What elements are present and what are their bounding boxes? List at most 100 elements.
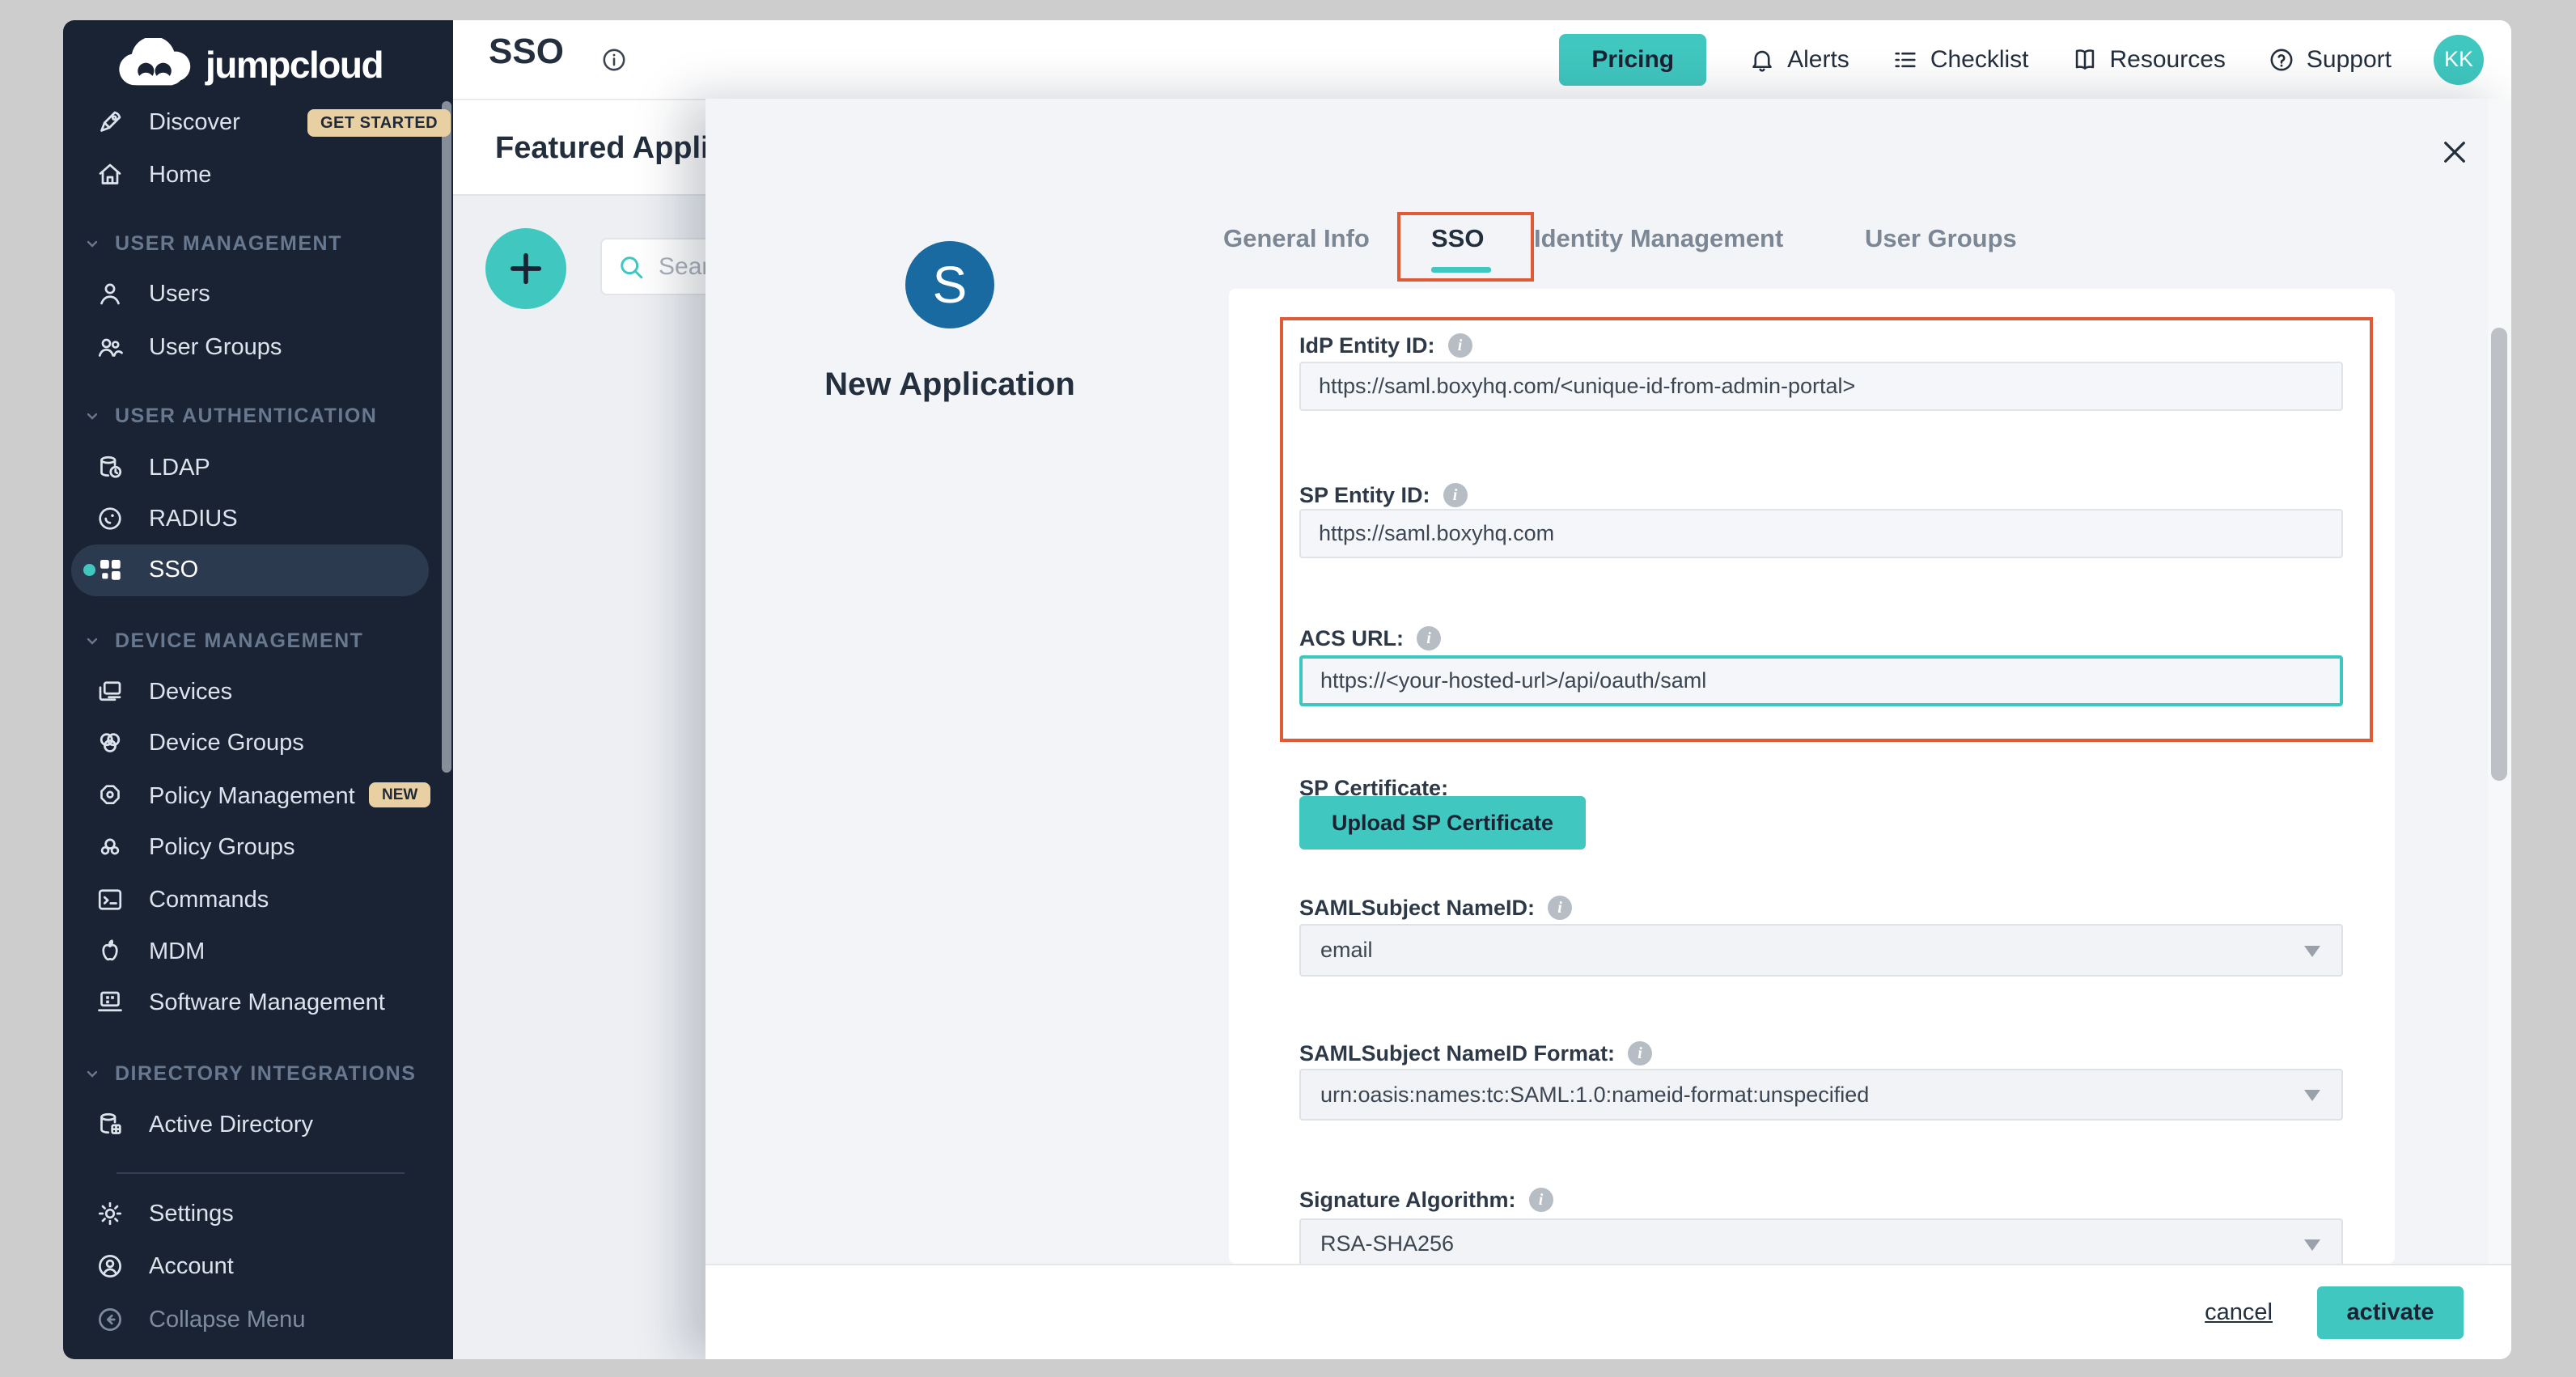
drawer-footer: cancel activate	[705, 1264, 2511, 1359]
sidebar-item-collapse-menu[interactable]: Collapse Menu	[95, 1294, 305, 1345]
radius-icon	[95, 504, 125, 533]
plus-icon	[505, 248, 547, 290]
info-icon[interactable]: i	[1529, 1188, 1553, 1212]
application-avatar: S	[905, 241, 994, 328]
sidebar-item-label: Software Management	[149, 989, 385, 1016]
acs-url-label: ACS URL: i	[1299, 625, 1441, 652]
user-avatar[interactable]: KK	[2434, 35, 2484, 85]
sidebar-item-discover[interactable]: Discover	[95, 96, 240, 148]
device-groups-icon	[95, 728, 125, 757]
tab-general-info[interactable]: General Info	[1223, 222, 1370, 256]
new-application-drawer: S New Application General Info SSO Ident…	[705, 99, 2511, 1359]
tab-user-groups[interactable]: User Groups	[1865, 222, 2017, 256]
upload-sp-certificate-button[interactable]: Upload SP Certificate	[1299, 796, 1586, 850]
field-label-text: ACS URL:	[1299, 626, 1404, 651]
jumpcloud-cloud-icon	[113, 38, 197, 91]
samlsubject-nameid-format-label: SAMLSubject NameID Format: i	[1299, 1040, 1652, 1067]
info-icon[interactable]: i	[1628, 1041, 1652, 1066]
samlsubject-nameid-select[interactable]: email	[1299, 924, 2343, 977]
section-directory-integrations[interactable]: DIRECTORY INTEGRATIONS	[83, 1059, 416, 1088]
sidebar-item-active-directory[interactable]: Active Directory	[95, 1099, 313, 1150]
jumpcloud-logo[interactable]: jumpcloud	[113, 38, 383, 91]
support-label: Support	[2307, 46, 2392, 74]
section-device-management[interactable]: DEVICE MANAGEMENT	[83, 626, 363, 655]
drawer-scrollbar-track[interactable]	[2488, 99, 2511, 1359]
info-icon[interactable]: i	[1448, 333, 1472, 358]
search-placeholder: Sear	[659, 253, 710, 281]
sidebar-item-users[interactable]: Users	[95, 268, 210, 320]
field-label-text: Signature Algorithm:	[1299, 1188, 1516, 1213]
sidebar-item-label: Account	[149, 1253, 234, 1280]
sidebar-item-ldap[interactable]: LDAP	[95, 442, 210, 494]
page-title: SSO	[489, 32, 564, 72]
sidebar-item-settings[interactable]: Settings	[95, 1188, 234, 1239]
sidebar-item-label: Commands	[149, 887, 269, 913]
sidebar-item-devices[interactable]: Devices	[95, 666, 232, 718]
sidebar-item-label: Settings	[149, 1201, 234, 1227]
alerts-link[interactable]: Alerts	[1748, 46, 1849, 74]
sidebar-item-device-groups[interactable]: Device Groups	[95, 717, 304, 769]
close-icon[interactable]	[2440, 138, 2469, 167]
section-title: USER MANAGEMENT	[115, 232, 342, 256]
question-circle-icon	[2268, 46, 2295, 74]
resources-link[interactable]: Resources	[2071, 46, 2226, 74]
sidebar-item-label: SSO	[149, 557, 198, 583]
policy-management-icon	[95, 782, 125, 811]
support-link[interactable]: Support	[2268, 46, 2392, 74]
user-group-icon	[95, 333, 125, 362]
section-user-management[interactable]: USER MANAGEMENT	[83, 229, 342, 258]
info-icon[interactable]: i	[1548, 896, 1572, 920]
select-value: RSA-SHA256	[1320, 1231, 1454, 1256]
chevron-down-icon	[83, 1064, 102, 1083]
sidebar-item-policy-groups[interactable]: Policy Groups	[95, 821, 295, 873]
info-icon[interactable]	[600, 46, 628, 74]
sidebar-item-radius[interactable]: RADIUS	[95, 493, 238, 544]
field-label-text: IdP Entity ID:	[1299, 333, 1435, 358]
activate-button[interactable]: activate	[2317, 1286, 2464, 1339]
sidebar-item-account[interactable]: Account	[95, 1240, 234, 1292]
home-icon	[95, 160, 125, 189]
sidebar-item-label: Users	[149, 281, 210, 307]
checklist-link[interactable]: Checklist	[1892, 46, 2029, 74]
sidebar-scrollbar[interactable]	[442, 101, 451, 773]
select-value: urn:oasis:names:tc:SAML:1.0:nameid-forma…	[1320, 1083, 1869, 1108]
sidebar: jumpcloud Discover GET STARTED Home USER…	[63, 20, 453, 1359]
sidebar-item-label: RADIUS	[149, 506, 238, 532]
top-header: SSO Pricing Alerts Checklist Resources S…	[453, 20, 2511, 100]
acs-url-input[interactable]	[1299, 655, 2343, 706]
sidebar-item-software-management[interactable]: Software Management	[95, 977, 385, 1028]
sidebar-item-home[interactable]: Home	[95, 149, 211, 201]
add-application-button[interactable]	[485, 228, 566, 309]
tab-identity-management[interactable]: Identity Management	[1534, 222, 1783, 256]
info-icon[interactable]: i	[1443, 483, 1468, 507]
pricing-button[interactable]: Pricing	[1559, 34, 1706, 86]
sp-entity-id-input[interactable]	[1299, 509, 2343, 558]
idp-entity-id-input[interactable]	[1299, 362, 2343, 411]
collapse-arrow-icon	[95, 1305, 125, 1334]
sidebar-item-label: Device Groups	[149, 730, 304, 756]
sidebar-item-mdm[interactable]: MDM	[95, 926, 205, 977]
apple-mdm-icon	[95, 937, 125, 966]
drawer-scrollbar-thumb[interactable]	[2491, 328, 2507, 781]
cancel-link[interactable]: cancel	[2205, 1299, 2273, 1326]
chevron-down-icon	[83, 631, 102, 650]
section-user-authentication[interactable]: USER AUTHENTICATION	[83, 401, 377, 430]
caret-down-icon	[2304, 1239, 2320, 1251]
section-title: USER AUTHENTICATION	[115, 405, 377, 428]
sidebar-item-sso[interactable]: SSO	[95, 544, 198, 595]
tab-sso[interactable]: SSO	[1431, 222, 1484, 256]
app-window: jumpcloud Discover GET STARTED Home USER…	[63, 20, 2511, 1359]
sidebar-item-commands[interactable]: Commands	[95, 874, 269, 926]
account-icon	[95, 1252, 125, 1281]
signature-algorithm-select[interactable]: RSA-SHA256	[1299, 1218, 2343, 1269]
idp-entity-id-label: IdP Entity ID: i	[1299, 332, 1472, 359]
samlsubject-nameid-label: SAMLSubject NameID: i	[1299, 894, 1572, 922]
sidebar-item-user-groups[interactable]: User Groups	[95, 321, 282, 373]
rocket-icon	[95, 108, 125, 137]
software-management-icon	[95, 988, 125, 1017]
samlsubject-nameid-format-select[interactable]: urn:oasis:names:tc:SAML:1.0:nameid-forma…	[1299, 1069, 2343, 1121]
sidebar-item-policy-management[interactable]: Policy Management	[95, 770, 355, 822]
policy-groups-icon	[95, 833, 125, 862]
info-icon[interactable]: i	[1417, 626, 1441, 650]
sidebar-divider	[117, 1172, 405, 1174]
